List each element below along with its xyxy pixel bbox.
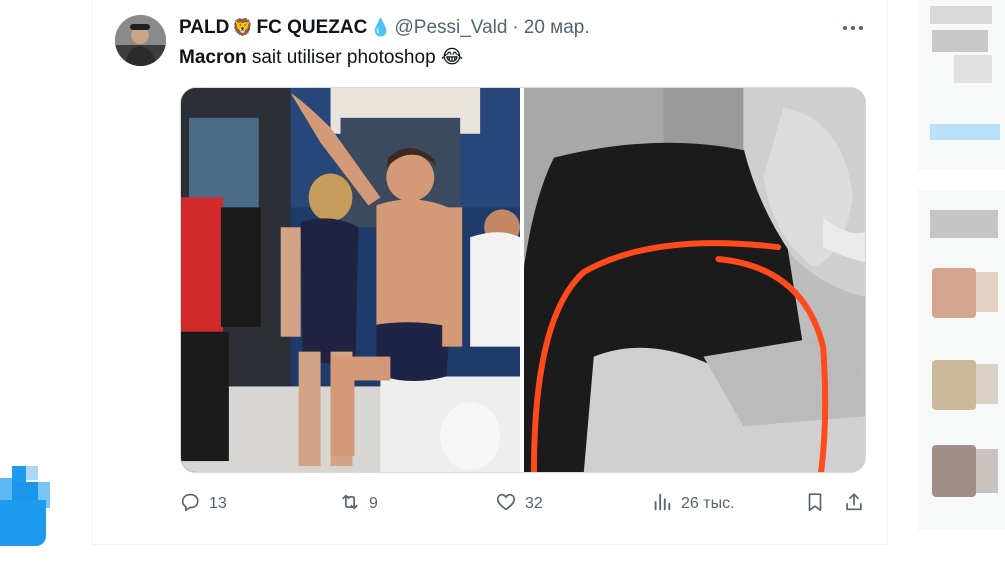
heart-icon	[495, 491, 517, 518]
avatar[interactable]	[115, 15, 166, 66]
views-button[interactable]: 26 тыс.	[651, 490, 735, 518]
reply-icon	[179, 491, 201, 518]
tweet-text-body: sait utiliser photoshop	[246, 47, 436, 68]
photo-boat-scene[interactable]	[181, 88, 520, 472]
tweet-actions: 13 9 32 26 тыс.	[179, 490, 869, 518]
user-handle[interactable]: @Pessi_Vald	[394, 17, 507, 39]
droplet-emoji-icon: 💧	[370, 18, 392, 37]
blurred-left-fragment	[0, 466, 52, 546]
header-separator: ·	[512, 17, 519, 38]
repost-icon	[339, 491, 361, 518]
repost-button[interactable]: 9	[339, 490, 378, 518]
display-name[interactable]: PALD	[179, 17, 229, 39]
blurred-sidebar-panel-bottom	[918, 190, 1005, 530]
like-count: 32	[525, 495, 543, 512]
page: PALD 🦁 FC QUEZAC 💧 @Pessi_Vald · 20 мар.…	[0, 0, 1005, 579]
reply-button[interactable]: 13	[179, 490, 227, 518]
more-dots-icon[interactable]	[841, 18, 865, 38]
tweet-text-mention: Macron	[179, 47, 247, 68]
tweet-card[interactable]: PALD 🦁 FC QUEZAC 💧 @Pessi_Vald · 20 мар.…	[92, 0, 888, 545]
blurred-sidebar-panel-top	[918, 0, 1005, 170]
bookmark-button[interactable]	[804, 490, 826, 518]
share-icon	[843, 491, 865, 518]
blurred-right-sidebar	[918, 0, 1005, 545]
views-count: 26 тыс.	[681, 495, 735, 512]
repost-count: 9	[369, 495, 378, 512]
views-chart-icon	[651, 491, 673, 518]
reply-count: 13	[209, 495, 227, 512]
photo-arm-closeup[interactable]	[524, 88, 865, 472]
like-button[interactable]: 32	[495, 490, 543, 518]
lion-emoji-icon: 🦁	[232, 18, 254, 37]
tweet-header: PALD 🦁 FC QUEZAC 💧 @Pessi_Vald · 20 мар.	[179, 17, 590, 39]
display-name-team[interactable]: FC QUEZAC	[256, 17, 367, 39]
tweet-media[interactable]	[180, 87, 866, 473]
share-button[interactable]	[843, 490, 865, 518]
laughing-emoji-icon: 😂	[440, 47, 464, 68]
tweet-text: Macron sait utiliser photoshop 😂	[179, 46, 463, 69]
bookmark-icon	[804, 491, 826, 518]
tweet-timestamp[interactable]: 20 мар.	[524, 17, 590, 39]
